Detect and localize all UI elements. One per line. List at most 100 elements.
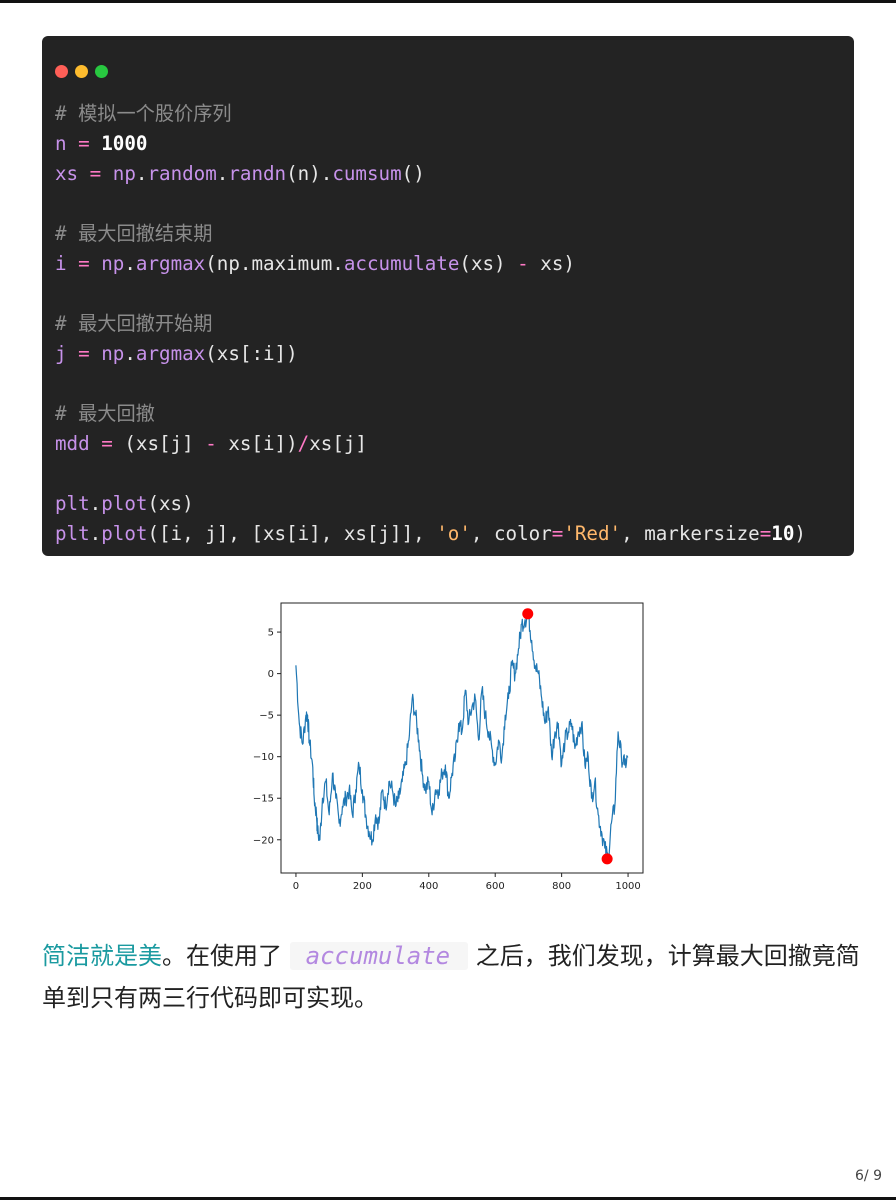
code-token: plt xyxy=(55,492,90,515)
code-token: - xyxy=(517,252,529,275)
drawdown-marker xyxy=(522,608,534,620)
x-tick-label: 1000 xyxy=(615,881,640,892)
window-controls xyxy=(55,65,115,79)
code-token: j xyxy=(55,342,67,365)
close-dot-icon xyxy=(55,65,68,78)
code-token: 1000 xyxy=(101,132,148,155)
body-paragraph: 简洁就是美。在使用了 accumulate 之后，我们发现，计算最大回撤竟简单到… xyxy=(42,935,862,1019)
code-token: np xyxy=(101,252,125,275)
code-token: plot xyxy=(101,492,148,515)
code-token: = xyxy=(551,522,564,545)
page-top-edge xyxy=(0,0,896,3)
code-token: argmax xyxy=(135,342,206,365)
code-token: ) xyxy=(794,522,806,545)
code-token: = xyxy=(759,522,772,545)
code-token: random xyxy=(147,162,217,185)
code-token: = xyxy=(78,342,90,365)
code-token: (xs[:i]) xyxy=(205,342,298,365)
y-tick-label: −15 xyxy=(253,794,274,805)
x-tick-label: 200 xyxy=(353,881,372,892)
code-line: plt.plot(xs) xyxy=(55,489,806,519)
minimize-dot-icon xyxy=(75,65,88,78)
code-line: plt.plot([i, j], [xs[i], xs[j]], 'o', co… xyxy=(55,519,806,549)
code-token: plt xyxy=(55,522,90,545)
y-tick-label: 5 xyxy=(268,628,274,639)
code-line: mdd = (xs[j] - xs[i])/xs[j] xyxy=(55,429,806,459)
code-token: plot xyxy=(101,522,148,545)
code-line: n = 1000 xyxy=(55,129,806,159)
code-line: j = np.argmax(xs[:i]) xyxy=(55,339,806,369)
plot-frame xyxy=(280,602,644,874)
code-token: xs[i]) xyxy=(216,432,298,455)
code-token: np xyxy=(112,162,136,185)
paragraph-text-1: 。在使用了 xyxy=(162,942,282,970)
code-block: # 模拟一个股价序列 n = 1000 xs = np.random.randn(n… xyxy=(55,99,806,549)
code-token: , color xyxy=(470,522,552,545)
code-token: . xyxy=(89,522,102,545)
drawdown-marker xyxy=(601,853,613,865)
code-window: # 模拟一个股价序列 n = 1000 xs = np.random.randn(n… xyxy=(42,36,854,556)
code-line: xs = np.random.randn(n).cumsum() xyxy=(55,159,806,189)
code-token: # 模拟一个股价序列 xyxy=(55,102,232,125)
code-token: accumulate xyxy=(343,252,460,275)
maximize-dot-icon xyxy=(95,65,108,78)
code-token: () xyxy=(401,162,425,185)
code-token: . xyxy=(89,492,102,515)
y-tick-label: −20 xyxy=(253,835,274,846)
code-token: mdd xyxy=(55,432,90,455)
code-token: . xyxy=(124,342,136,365)
code-line: # 最大回撤开始期 xyxy=(55,309,806,339)
code-token: # 最大回撤结束期 xyxy=(55,222,213,245)
code-token: (xs) xyxy=(459,252,518,275)
chart: 0 200 400 600 800 1000 5 0 −5 −10 −15 −20 xyxy=(240,596,656,900)
code-token: 10 xyxy=(771,522,795,545)
code-token: = xyxy=(101,432,113,455)
code-token: = xyxy=(78,252,90,275)
code-line: # 模拟一个股价序列 xyxy=(55,99,806,129)
x-tick-label: 600 xyxy=(486,881,505,892)
code-token: ([i, j], [xs[i], xs[j]], xyxy=(147,522,437,545)
code-token: = xyxy=(78,132,90,155)
code-token: 'Red' xyxy=(563,522,622,545)
code-token: np xyxy=(101,342,125,365)
code-token: # 最大回撤 xyxy=(55,402,155,425)
x-tick-label: 800 xyxy=(552,881,571,892)
code-token: = xyxy=(89,162,102,185)
code-token: # 最大回撤开始期 xyxy=(55,312,213,335)
y-tick-label: −5 xyxy=(259,711,274,722)
code-token: xs) xyxy=(528,252,575,275)
code-token: xs[j] xyxy=(309,432,367,455)
page-number: 6/ 9 xyxy=(855,1168,882,1184)
code-token: (xs[j] xyxy=(124,432,206,455)
x-axis: 0 200 400 600 800 1000 xyxy=(293,873,641,892)
code-token: argmax xyxy=(135,252,206,275)
code-line: i = np.argmax(np.maximum.accumulate(xs) … xyxy=(55,249,806,279)
x-tick-label: 0 xyxy=(293,881,299,892)
code-token: . xyxy=(135,162,148,185)
code-token: randn xyxy=(228,162,287,185)
code-token: , markersize xyxy=(621,522,760,545)
code-token: / xyxy=(297,432,310,455)
code-token: (np.maximum. xyxy=(205,252,344,275)
code-token: . xyxy=(124,252,136,275)
x-tick-label: 400 xyxy=(419,881,438,892)
y-axis: 5 0 −5 −10 −15 −20 xyxy=(253,628,281,846)
code-token: n xyxy=(55,132,67,155)
code-token: cumsum xyxy=(332,162,402,185)
code-token: (n). xyxy=(286,162,333,185)
code-line: # 最大回撤结束期 xyxy=(55,219,806,249)
y-tick-label: 0 xyxy=(268,669,274,680)
code-token: . xyxy=(216,162,229,185)
code-line: # 最大回撤 xyxy=(55,399,806,429)
code-token: i xyxy=(55,252,67,275)
code-token: xs xyxy=(55,162,79,185)
